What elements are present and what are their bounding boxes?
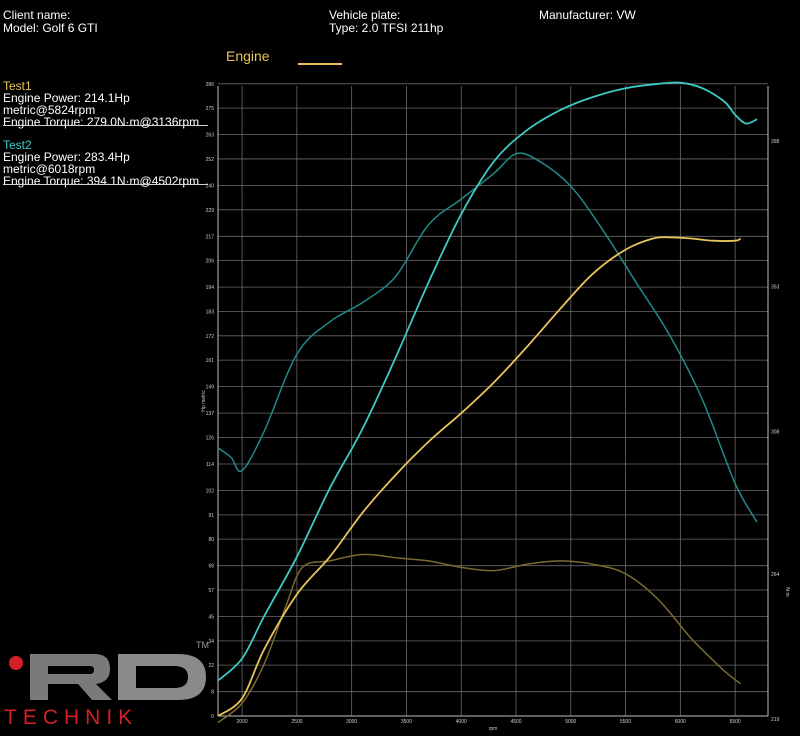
y-tick-label: 126 — [206, 435, 215, 441]
y-tick-label: 45 — [208, 615, 214, 621]
y2-tick-label: 353 — [771, 284, 780, 290]
x-axis-label: rpm — [489, 726, 498, 732]
test1-torque-series-line — [217, 553, 742, 724]
y-tick-label: 149 — [206, 385, 215, 391]
y2-tick-label: 219 — [771, 717, 780, 723]
logo-letter-d — [118, 654, 206, 700]
y-tick-label: 114 — [206, 462, 214, 468]
x-tick-label: 2500 — [291, 719, 302, 725]
logo-technik-text: TECHNIK — [4, 706, 138, 729]
y-tick-label: 91 — [208, 513, 214, 519]
x-tick-label: 4000 — [456, 719, 467, 725]
x-tick-label: 6500 — [730, 719, 741, 725]
x-tick-label: 3000 — [346, 719, 357, 725]
y2-tick-label: 264 — [771, 572, 780, 578]
x-tick-label: 5000 — [565, 719, 576, 725]
x-tick-label: 5500 — [620, 719, 631, 725]
y-tick-label: 275 — [206, 106, 215, 112]
logo-letter-r — [30, 654, 112, 700]
y-tick-label: 172 — [206, 334, 215, 340]
y-tick-label: 102 — [206, 489, 215, 495]
x-tick-label: 4500 — [510, 719, 521, 725]
x-tick-label: 2000 — [237, 719, 248, 725]
y2-tick-label: 398 — [771, 139, 780, 145]
y2-axis-label: N·m — [784, 587, 790, 596]
y-tick-label: 161 — [206, 358, 215, 364]
logo-red-dot — [9, 656, 23, 670]
y-tick-label: 68 — [208, 564, 214, 570]
y-tick-label: 240 — [206, 183, 215, 189]
logo-tm: TM — [196, 640, 209, 650]
y-tick-label: 252 — [206, 157, 215, 163]
dyno-chart: 0822344557688091102114126137149161172183… — [201, 81, 790, 732]
y-tick-label: 286 — [206, 82, 215, 88]
y-tick-label: 217 — [206, 234, 215, 240]
y2-tick-label: 308 — [771, 430, 780, 436]
y-tick-label: 57 — [208, 588, 214, 594]
test2-torque-series-line — [217, 152, 758, 523]
y-tick-label: 194 — [206, 285, 215, 291]
y-tick-label: 206 — [206, 259, 215, 265]
x-tick-label: 6000 — [675, 719, 686, 725]
y-axis-label: Hp metric — [201, 390, 207, 412]
y-tick-label: 263 — [206, 133, 215, 139]
x-tick-label: 3500 — [401, 719, 412, 725]
rd-technik-logo: TM TECHNIK — [4, 640, 209, 729]
test1-series-line — [217, 236, 742, 717]
y-tick-label: 183 — [206, 309, 215, 315]
y-tick-label: 80 — [208, 537, 214, 543]
y-tick-label: 229 — [206, 208, 215, 214]
